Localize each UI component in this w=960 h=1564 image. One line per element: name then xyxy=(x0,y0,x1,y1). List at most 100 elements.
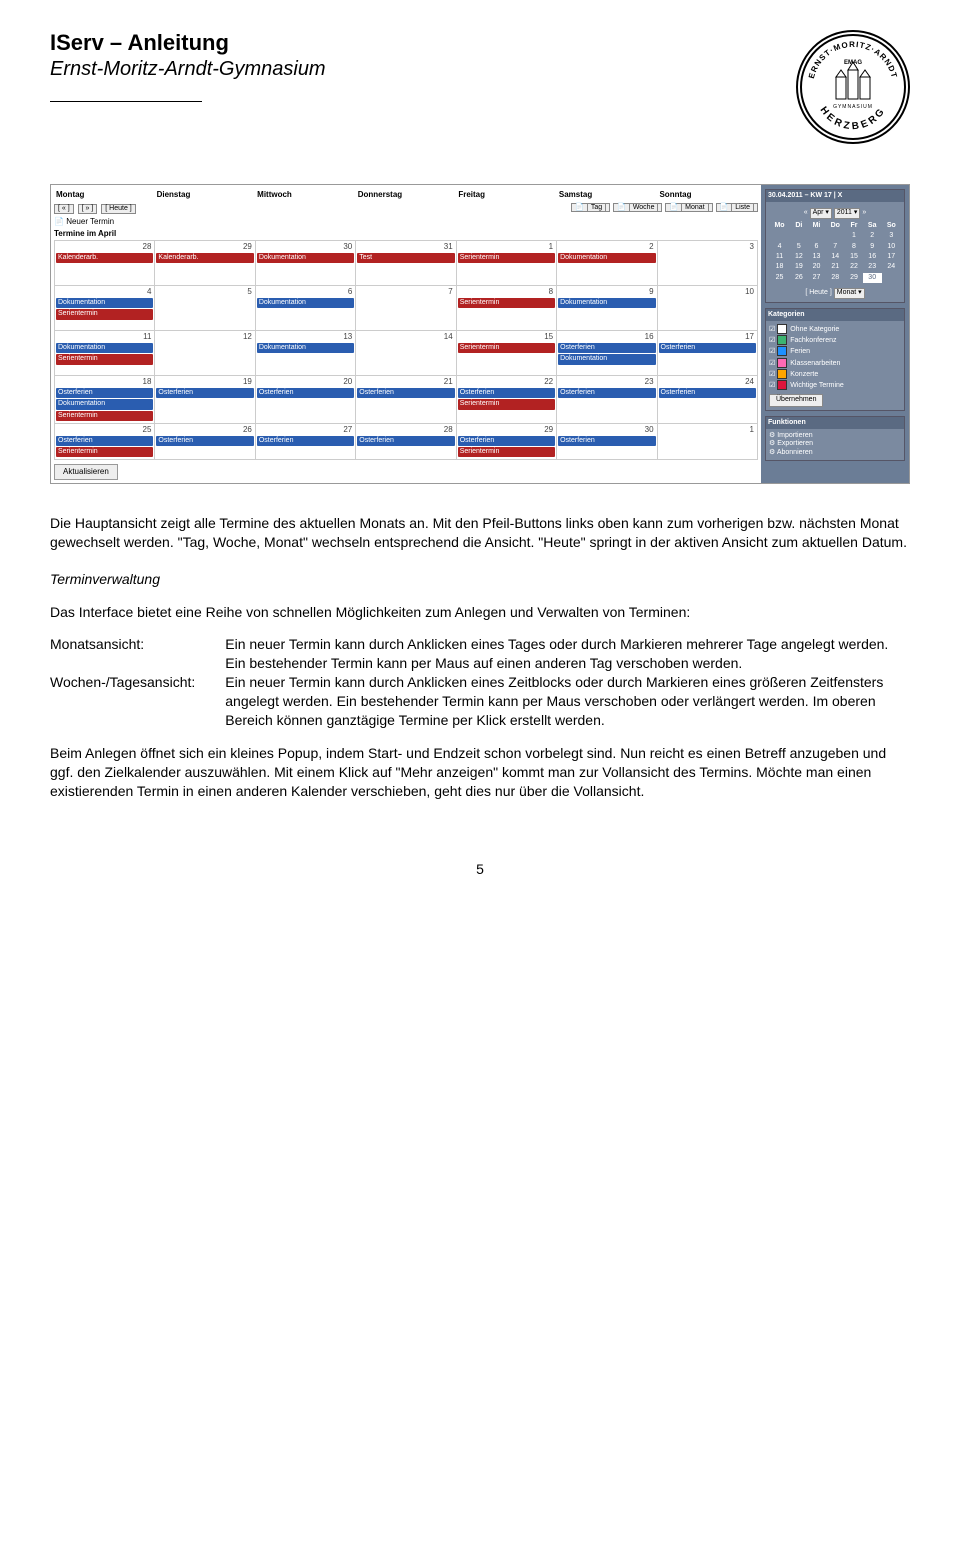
def-label-week: Wochen-/Tagesansicht: xyxy=(50,673,225,730)
calendar-event[interactable]: Osterferien xyxy=(558,343,655,353)
calendar-cell[interactable]: 12 xyxy=(155,331,255,376)
calendar-grid[interactable]: 28Kalenderarb.29Kalenderarb.30Dokumentat… xyxy=(54,240,758,460)
calendar-cell[interactable]: 1 xyxy=(657,423,757,459)
calendar-cell[interactable]: 10 xyxy=(657,286,757,331)
calendar-cell[interactable]: 2Dokumentation xyxy=(557,241,657,286)
calendar-event[interactable]: Osterferien xyxy=(558,436,655,446)
calendar-cell[interactable]: 18OsterferienDokumentationSerientermin xyxy=(55,376,155,424)
calendar-cell[interactable]: 29OsterferienSerientermin xyxy=(456,423,556,459)
calendar-event[interactable]: Osterferien xyxy=(659,388,756,398)
calendar-cell[interactable]: 16OsterferienDokumentation xyxy=(557,331,657,376)
calendar-cell[interactable]: 8Serientermin xyxy=(456,286,556,331)
next-button[interactable]: [ » ] xyxy=(78,204,98,214)
calendar-cell[interactable]: 28Osterferien xyxy=(356,423,456,459)
calendar-event[interactable]: Dokumentation xyxy=(558,298,655,308)
new-event-link[interactable]: 📄 Neuer Termin xyxy=(54,217,758,227)
category-item[interactable]: ☑ Ferien xyxy=(769,346,901,356)
calendar-event[interactable]: Dokumentation xyxy=(56,399,153,409)
calendar-cell[interactable]: 27Osterferien xyxy=(255,423,355,459)
category-item[interactable]: ☑ Wichtige Termine xyxy=(769,380,901,390)
calendar-cell[interactable]: 7 xyxy=(356,286,456,331)
calendar-event[interactable]: Dokumentation xyxy=(257,298,354,308)
view-week-button[interactable]: 📄 Woche xyxy=(613,203,662,212)
mini-today-button[interactable]: Heute xyxy=(809,289,828,296)
year-select[interactable]: 2011 ▾ xyxy=(834,208,861,218)
mini-view-select[interactable]: Monat ▾ xyxy=(834,288,865,298)
month-select[interactable]: Apr ▾ xyxy=(810,208,832,218)
calendar-event[interactable]: Osterferien xyxy=(659,343,756,353)
today-button[interactable]: [ Heute ] xyxy=(101,204,135,214)
calendar-event[interactable]: Osterferien xyxy=(357,388,454,398)
mini-prev-button[interactable]: « xyxy=(804,209,808,216)
calendar-event[interactable]: Serientermin xyxy=(56,354,153,364)
calendar-cell[interactable]: 22OsterferienSerientermin xyxy=(456,376,556,424)
calendar-event[interactable]: Kalenderarb. xyxy=(56,253,153,263)
view-list-button[interactable]: 📄 Liste xyxy=(716,203,758,212)
calendar-cell[interactable]: 29Kalenderarb. xyxy=(155,241,255,286)
calendar-event[interactable]: Osterferien xyxy=(156,436,253,446)
prev-button[interactable]: [ « ] xyxy=(54,204,74,214)
calendar-event[interactable]: Serientermin xyxy=(458,298,555,308)
calendar-event[interactable]: Test xyxy=(357,253,454,263)
calendar-event[interactable]: Serientermin xyxy=(458,253,555,263)
calendar-event[interactable]: Dokumentation xyxy=(56,298,153,308)
calendar-event[interactable]: Dokumentation xyxy=(558,253,655,263)
calendar-event[interactable]: Osterferien xyxy=(156,388,253,398)
calendar-cell[interactable]: 5 xyxy=(155,286,255,331)
calendar-cell[interactable]: 23Osterferien xyxy=(557,376,657,424)
calendar-cell[interactable]: 30Dokumentation xyxy=(255,241,355,286)
calendar-cell[interactable]: 4DokumentationSerientermin xyxy=(55,286,155,331)
calendar-cell[interactable]: 14 xyxy=(356,331,456,376)
calendar-cell[interactable]: 20Osterferien xyxy=(255,376,355,424)
view-month-button[interactable]: 📄 Monat xyxy=(665,203,712,212)
function-item[interactable]: ⚙ Exportieren xyxy=(769,440,901,448)
calendar-event[interactable]: Osterferien xyxy=(357,436,454,446)
calendar-event[interactable]: Kalenderarb. xyxy=(156,253,253,263)
calendar-cell[interactable]: 17Osterferien xyxy=(657,331,757,376)
def-desc-month: Ein neuer Termin kann durch Anklicken ei… xyxy=(225,635,910,673)
function-item[interactable]: ⚙ Abonnieren xyxy=(769,449,901,457)
calendar-cell[interactable]: 6Dokumentation xyxy=(255,286,355,331)
calendar-cell[interactable]: 19Osterferien xyxy=(155,376,255,424)
calendar-event[interactable]: Osterferien xyxy=(458,436,555,446)
calendar-event[interactable]: Osterferien xyxy=(56,388,153,398)
calendar-cell[interactable]: 28Kalenderarb. xyxy=(55,241,155,286)
category-item[interactable]: ☑ Ohne Kategorie xyxy=(769,324,901,334)
calendar-event[interactable]: Serientermin xyxy=(458,399,555,409)
calendar-cell[interactable]: 25OsterferienSerientermin xyxy=(55,423,155,459)
paragraph-popup: Beim Anlegen öffnet sich ein kleines Pop… xyxy=(50,744,910,801)
calendar-event[interactable]: Serientermin xyxy=(56,309,153,319)
calendar-event[interactable]: Serientermin xyxy=(56,447,153,457)
category-item[interactable]: ☑ Fachkonferenz xyxy=(769,335,901,345)
calendar-event[interactable]: Dokumentation xyxy=(56,343,153,353)
mini-next-button[interactable]: » xyxy=(862,209,866,216)
category-item[interactable]: ☑ Konzerte xyxy=(769,369,901,379)
calendar-cell[interactable]: 9Dokumentation xyxy=(557,286,657,331)
apply-categories-button[interactable]: Übernehmen xyxy=(769,394,823,406)
mini-calendar[interactable]: MoDiMiDoFrSaSo12345678910111213141516171… xyxy=(769,221,901,283)
calendar-event[interactable]: Dokumentation xyxy=(257,253,354,263)
calendar-cell[interactable]: 31Test xyxy=(356,241,456,286)
calendar-event[interactable]: Osterferien xyxy=(257,436,354,446)
calendar-cell[interactable]: 30Osterferien xyxy=(557,423,657,459)
calendar-cell[interactable]: 24Osterferien xyxy=(657,376,757,424)
calendar-cell[interactable]: 26Osterferien xyxy=(155,423,255,459)
calendar-cell[interactable]: 13Dokumentation xyxy=(255,331,355,376)
calendar-cell[interactable]: 3 xyxy=(657,241,757,286)
view-day-button[interactable]: 📄 Tag xyxy=(571,203,610,212)
calendar-cell[interactable]: 11DokumentationSerientermin xyxy=(55,331,155,376)
calendar-event[interactable]: Osterferien xyxy=(56,436,153,446)
calendar-event[interactable]: Osterferien xyxy=(558,388,655,398)
calendar-cell[interactable]: 15Serientermin xyxy=(456,331,556,376)
calendar-event[interactable]: Osterferien xyxy=(257,388,354,398)
calendar-cell[interactable]: 21Osterferien xyxy=(356,376,456,424)
calendar-event[interactable]: Dokumentation xyxy=(558,354,655,364)
calendar-event[interactable]: Serientermin xyxy=(56,411,153,421)
calendar-cell[interactable]: 1Serientermin xyxy=(456,241,556,286)
calendar-event[interactable]: Osterferien xyxy=(458,388,555,398)
calendar-event[interactable]: Dokumentation xyxy=(257,343,354,353)
calendar-event[interactable]: Serientermin xyxy=(458,447,555,457)
refresh-button[interactable]: Aktualisieren xyxy=(54,464,118,480)
calendar-event[interactable]: Serientermin xyxy=(458,343,555,353)
category-item[interactable]: ☑ Klassenarbeiten xyxy=(769,358,901,368)
